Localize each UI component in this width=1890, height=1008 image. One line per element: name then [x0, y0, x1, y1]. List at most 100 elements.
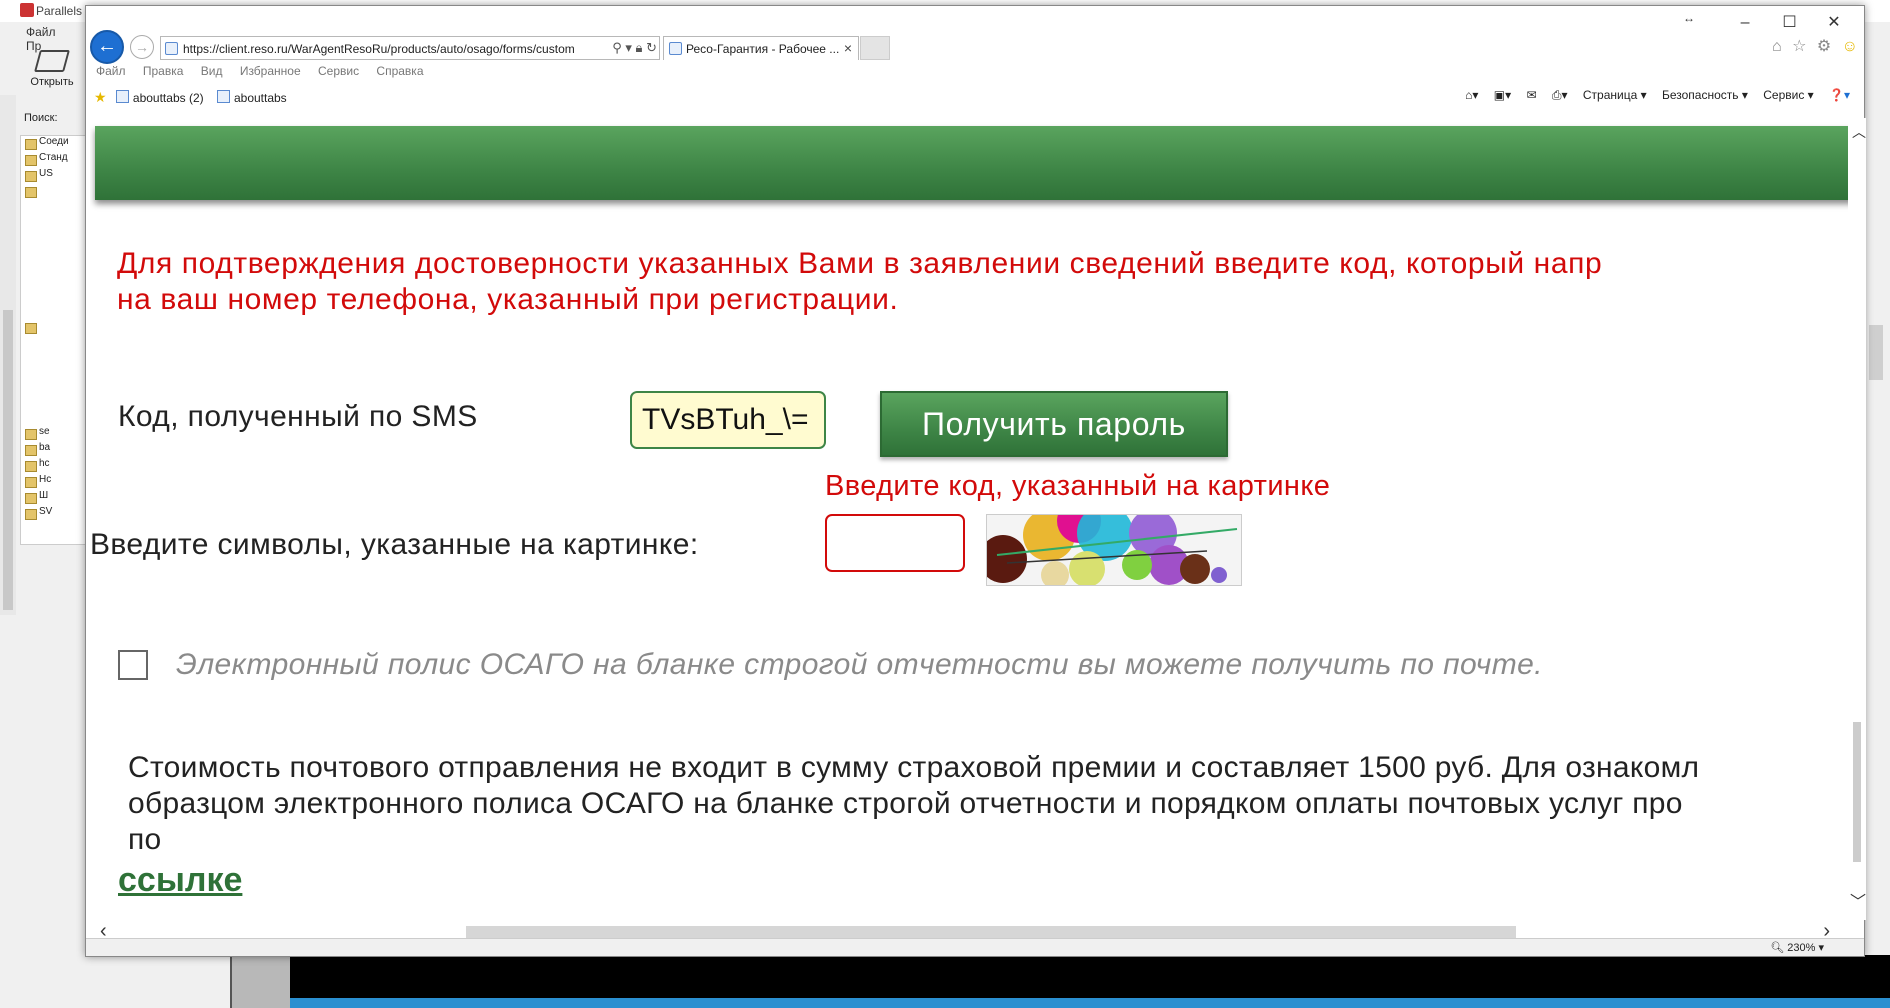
- safety-menu[interactable]: Безопасность ▾: [1662, 88, 1748, 102]
- mail-delivery-checkbox[interactable]: [118, 650, 148, 680]
- tree-item[interactable]: [21, 320, 89, 336]
- close-window-icon[interactable]: ✕: [1814, 12, 1854, 32]
- minimize-icon[interactable]: –: [1725, 14, 1765, 32]
- command-bar: ⌂▾ ▣▾ ✉ ⎙▾ Страница ▾ Безопасность ▾ Сер…: [1453, 88, 1850, 103]
- vertical-scrollbar[interactable]: ︿ ﹀: [1848, 118, 1866, 920]
- tree-item[interactable]: Ш: [21, 490, 89, 506]
- menu-file[interactable]: Файл: [96, 64, 126, 78]
- vertical-scrollbar-thumb[interactable]: [1853, 722, 1861, 862]
- search-label: Поиск:: [24, 112, 58, 124]
- arrow-left-icon: ←: [97, 35, 117, 57]
- maximize-icon[interactable]: ☐: [1770, 12, 1810, 32]
- browser-toolbar-icons: ⌂ ☆ ⚙ ☺: [1766, 36, 1858, 56]
- menu-edit[interactable]: Правка: [143, 64, 184, 78]
- confirmation-notice: Для подтверждения достоверности указанны…: [117, 246, 1850, 318]
- address-tools: ⚲ ▾ 🔒︎ ↻: [609, 40, 657, 56]
- print-icon[interactable]: ⎙▾: [1552, 88, 1568, 102]
- resize-icon: ↔: [1683, 11, 1695, 25]
- connection-tree[interactable]: Соеди Станд US se ba hc Hc Ш SV: [20, 135, 90, 545]
- dropdown-icon[interactable]: ▾: [625, 40, 632, 55]
- sample-policy-link[interactable]: ссылке: [118, 861, 242, 900]
- home-icon[interactable]: ⌂: [1772, 38, 1782, 55]
- postal-line: по: [128, 823, 162, 856]
- tree-item[interactable]: SV: [21, 506, 89, 522]
- tab-page-icon: [669, 42, 682, 55]
- tree-item[interactable]: Соеди: [21, 136, 89, 152]
- refresh-icon[interactable]: ↻: [646, 40, 657, 55]
- home-icon[interactable]: ⌂▾: [1465, 88, 1478, 102]
- captcha-graphic: [987, 515, 1241, 585]
- new-tab-button[interactable]: [860, 36, 890, 60]
- menu-tools[interactable]: Сервис: [318, 64, 359, 78]
- smiley-icon[interactable]: ☺: [1842, 38, 1858, 55]
- favorites-star-icon[interactable]: ☆: [1792, 38, 1806, 55]
- browser-chrome: ← → https://client.reso.ru/WarAgentResoR…: [86, 6, 1864, 116]
- favorite-abouttabs-2[interactable]: abouttabs (2): [116, 91, 204, 105]
- back-button[interactable]: ←: [90, 30, 124, 64]
- tree-item[interactable]: Hc: [21, 474, 89, 490]
- scroll-up-icon[interactable]: ︿: [1852, 122, 1866, 142]
- favorites-star-icon[interactable]: ★: [94, 89, 107, 105]
- gear-icon[interactable]: ⚙: [1817, 38, 1831, 55]
- rss-icon[interactable]: ▣▾: [1494, 88, 1511, 102]
- notice-line: Для подтверждения достоверности указанны…: [117, 247, 1603, 280]
- parallels-title: Parallels: [36, 4, 83, 18]
- sms-code-label: Код, полученный по SMS: [118, 400, 478, 433]
- open-button[interactable]: Открыть: [22, 50, 82, 88]
- open-label: Открыть: [30, 76, 74, 88]
- get-password-button[interactable]: Получить пароль: [880, 391, 1228, 457]
- scroll-down-icon[interactable]: ﹀: [1850, 888, 1866, 912]
- close-icon[interactable]: ×: [844, 40, 852, 56]
- taskbar-strip: [290, 998, 1890, 1008]
- parallels-app-icon: [20, 3, 34, 17]
- search-icon[interactable]: ⚲: [612, 40, 622, 55]
- captcha-image: [986, 514, 1242, 586]
- menu-favorites[interactable]: Избранное: [240, 64, 301, 78]
- captcha-error-message: Введите код, указанный на картинке: [825, 470, 1331, 502]
- help-icon[interactable]: ❓▾: [1829, 88, 1850, 102]
- tree-item[interactable]: ba: [21, 442, 89, 458]
- lock-icon[interactable]: 🔒︎: [636, 40, 643, 55]
- notice-line: на ваш номер телефона, указанный при рег…: [117, 283, 899, 316]
- menu-view[interactable]: Вид: [201, 64, 223, 78]
- tree-item[interactable]: [21, 184, 89, 200]
- address-bar[interactable]: https://client.reso.ru/WarAgentResoRu/pr…: [160, 36, 660, 60]
- tab-reso[interactable]: Ресо-Гарантия - Рабочее ... ×: [663, 36, 859, 60]
- tools-menu[interactable]: Сервис ▾: [1763, 88, 1813, 102]
- tree-item[interactable]: hc: [21, 458, 89, 474]
- favorites-bar: ★ abouttabs (2) abouttabs: [94, 89, 297, 106]
- left-scrollbar-thumb[interactable]: [3, 310, 13, 610]
- tab-title: Ресо-Гарантия - Рабочее ...: [686, 42, 840, 56]
- menu-help[interactable]: Справка: [376, 64, 423, 78]
- zoom-level[interactable]: 🔍︎ 230% ▾: [1770, 941, 1824, 954]
- left-scrollbar[interactable]: [0, 95, 16, 615]
- postal-info-text: Стоимость почтового отправления не входи…: [128, 750, 1850, 858]
- page-menu[interactable]: Страница ▾: [1583, 88, 1647, 102]
- window-controls: – ☐ ✕: [1725, 12, 1854, 32]
- background-panel-bottom: [230, 955, 290, 1008]
- captcha-input[interactable]: [825, 514, 965, 572]
- arrow-right-icon: →: [135, 39, 149, 55]
- sms-code-input[interactable]: TVsBTuh_\=: [630, 391, 826, 449]
- browser-menubar: Файл Правка Вид Избранное Сервис Справка: [96, 64, 438, 78]
- captcha-label: Введите символы, указанные на картинке:: [90, 528, 699, 561]
- zoom-value: 230%: [1787, 942, 1816, 954]
- open-folder-icon: [34, 50, 70, 72]
- tree-item[interactable]: US: [21, 168, 89, 184]
- status-bar: 🔍︎ 230% ▾: [86, 938, 1864, 956]
- browser-window: ← → https://client.reso.ru/WarAgentResoR…: [85, 5, 1866, 957]
- postal-line: образцом электронного полиса ОСАГО на бл…: [128, 787, 1683, 820]
- forward-button[interactable]: →: [130, 35, 154, 59]
- site-header-banner: [95, 126, 1850, 200]
- postal-line: Стоимость почтового отправления не входи…: [128, 751, 1700, 784]
- tree-item[interactable]: Станд: [21, 152, 89, 168]
- address-url: https://client.reso.ru/WarAgentResoRu/pr…: [183, 42, 575, 56]
- mail-delivery-label: Электронный полис ОСАГО на бланке строго…: [176, 648, 1543, 681]
- favorite-abouttabs[interactable]: abouttabs: [217, 91, 287, 105]
- page-icon: [165, 42, 178, 55]
- right-panel-thumb[interactable]: [1869, 325, 1883, 380]
- parallels-menu-file[interactable]: Файл: [26, 25, 56, 39]
- mail-icon[interactable]: ✉: [1527, 88, 1537, 102]
- page-content: Для подтверждения достоверности указанны…: [90, 118, 1850, 920]
- tree-item[interactable]: se: [21, 426, 89, 442]
